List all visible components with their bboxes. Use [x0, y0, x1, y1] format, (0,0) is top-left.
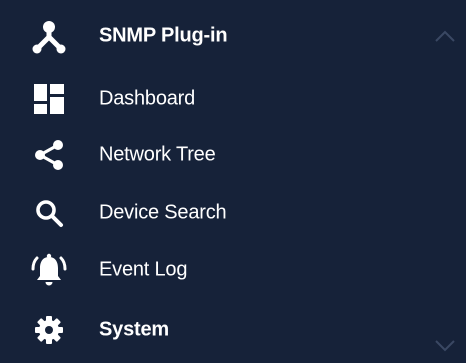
- alarm-bell-icon: [28, 249, 70, 291]
- nav-group-label: SNMP Plug-in: [99, 24, 228, 47]
- dashboard-icon: [28, 78, 70, 120]
- sidebar-nav: SNMP Plug-in Dashboard Network Tree Devi…: [0, 0, 466, 363]
- sidebar-item-network-tree[interactable]: Network Tree: [0, 129, 466, 181]
- sidebar-item-event-log[interactable]: Event Log: [0, 244, 466, 296]
- sidebar-item-dashboard[interactable]: Dashboard: [0, 73, 466, 125]
- chevron-down-icon[interactable]: [434, 339, 456, 353]
- sidebar-item-device-search[interactable]: Device Search: [0, 187, 466, 239]
- nav-group-label: System: [99, 318, 169, 341]
- nav-group-system[interactable]: System: [0, 304, 466, 356]
- gear-icon: [28, 309, 70, 351]
- share-icon: [28, 134, 70, 176]
- nav-group-snmp-plugin[interactable]: SNMP Plug-in: [0, 10, 466, 62]
- hub-icon: [28, 15, 70, 57]
- sidebar-item-label: Device Search: [99, 201, 227, 224]
- sidebar-item-label: Network Tree: [99, 143, 216, 166]
- sidebar-item-label: Event Log: [99, 258, 188, 281]
- chevron-up-icon[interactable]: [434, 29, 456, 43]
- search-icon: [28, 192, 70, 234]
- sidebar-item-label: Dashboard: [99, 87, 196, 110]
